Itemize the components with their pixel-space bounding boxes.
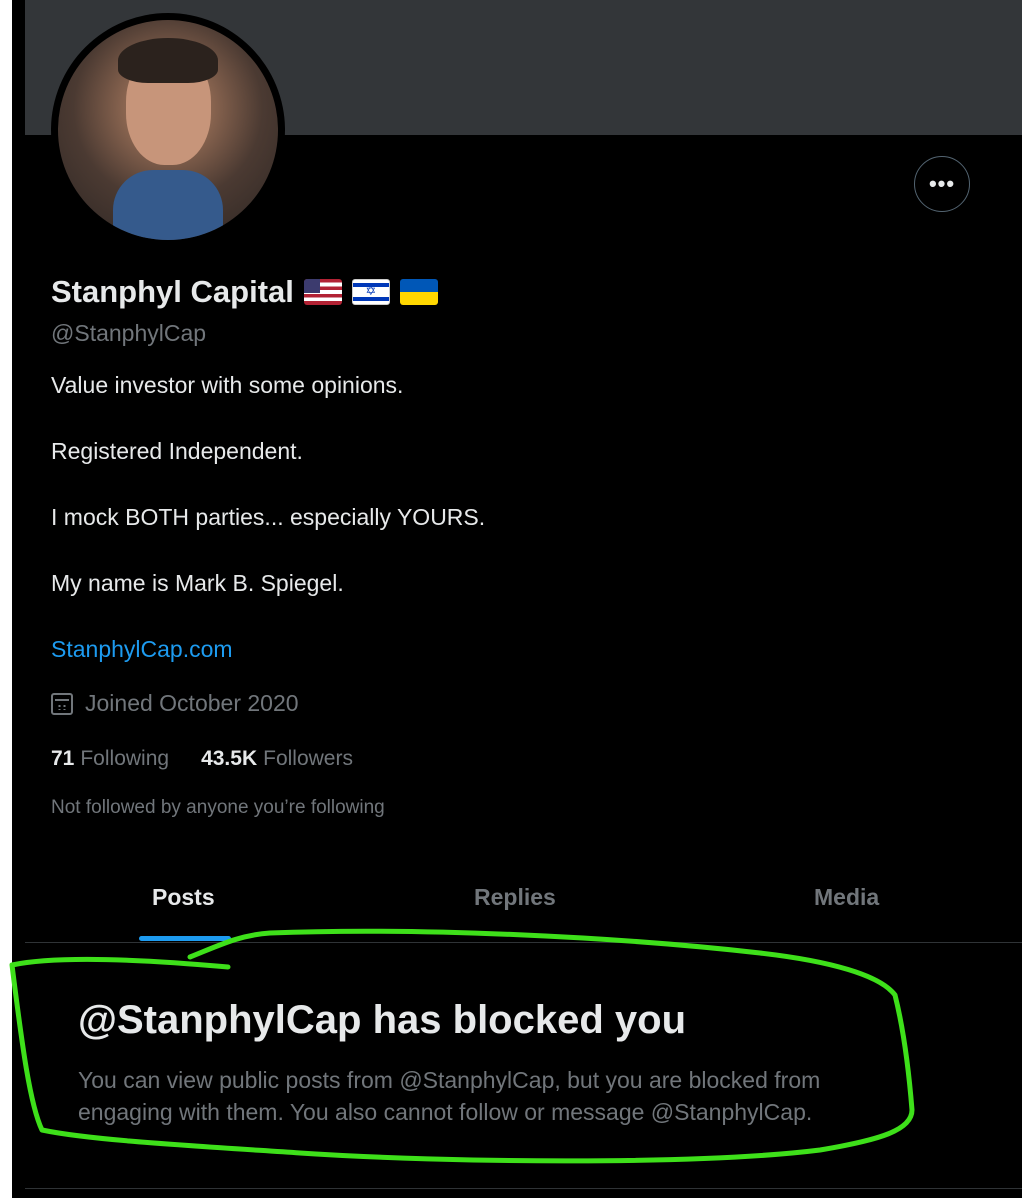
- bio-line: Registered Independent.: [51, 438, 303, 464]
- calendar-icon: [51, 692, 73, 715]
- blocked-message: You can view public posts from @Stanphyl…: [78, 1067, 821, 1125]
- tab-replies[interactable]: Replies: [474, 884, 556, 911]
- tabs-divider: [25, 942, 1022, 943]
- more-options-button[interactable]: •••: [914, 156, 970, 212]
- tab-media[interactable]: Media: [814, 884, 879, 911]
- joined-date: Joined October 2020: [51, 690, 299, 717]
- following-count: 71: [51, 747, 75, 770]
- profile-name-row: Stanphyl Capital ✡: [51, 274, 438, 310]
- us-flag-icon: [303, 279, 342, 305]
- bottom-divider: [25, 1188, 1022, 1189]
- followers-count: 43.5K: [201, 747, 258, 770]
- active-tab-indicator: [139, 936, 231, 941]
- website-link[interactable]: StanphylCap.com: [51, 636, 233, 663]
- followers-link[interactable]: 43.5K Followers: [201, 747, 353, 771]
- profile-handle: @StanphylCap: [51, 320, 207, 346]
- follow-stats: 71 Following 43.5K Followers: [51, 747, 353, 771]
- bio-line: I mock BOTH parties... especially YOURS.: [51, 504, 486, 530]
- blocked-title: @StanphylCap has blocked you: [78, 998, 687, 1042]
- bio-line: Value investor with some opinions.: [51, 372, 404, 398]
- profile-name: Stanphyl Capital: [51, 274, 294, 309]
- following-label: Following: [80, 747, 170, 770]
- bio-line: My name is Mark B. Spiegel.: [51, 570, 344, 596]
- tab-posts[interactable]: Posts: [152, 884, 215, 911]
- more-icon: •••: [928, 171, 956, 196]
- joined-label: Joined October 2020: [85, 690, 299, 716]
- ukraine-flag-icon: [399, 279, 438, 305]
- not-followed-note: Not followed by anyone you’re following: [51, 797, 385, 818]
- israel-flag-icon: ✡: [351, 279, 390, 305]
- followers-label: Followers: [263, 747, 353, 770]
- following-link[interactable]: 71 Following: [51, 747, 169, 771]
- avatar[interactable]: [51, 13, 285, 247]
- avatar-photo: [58, 20, 278, 240]
